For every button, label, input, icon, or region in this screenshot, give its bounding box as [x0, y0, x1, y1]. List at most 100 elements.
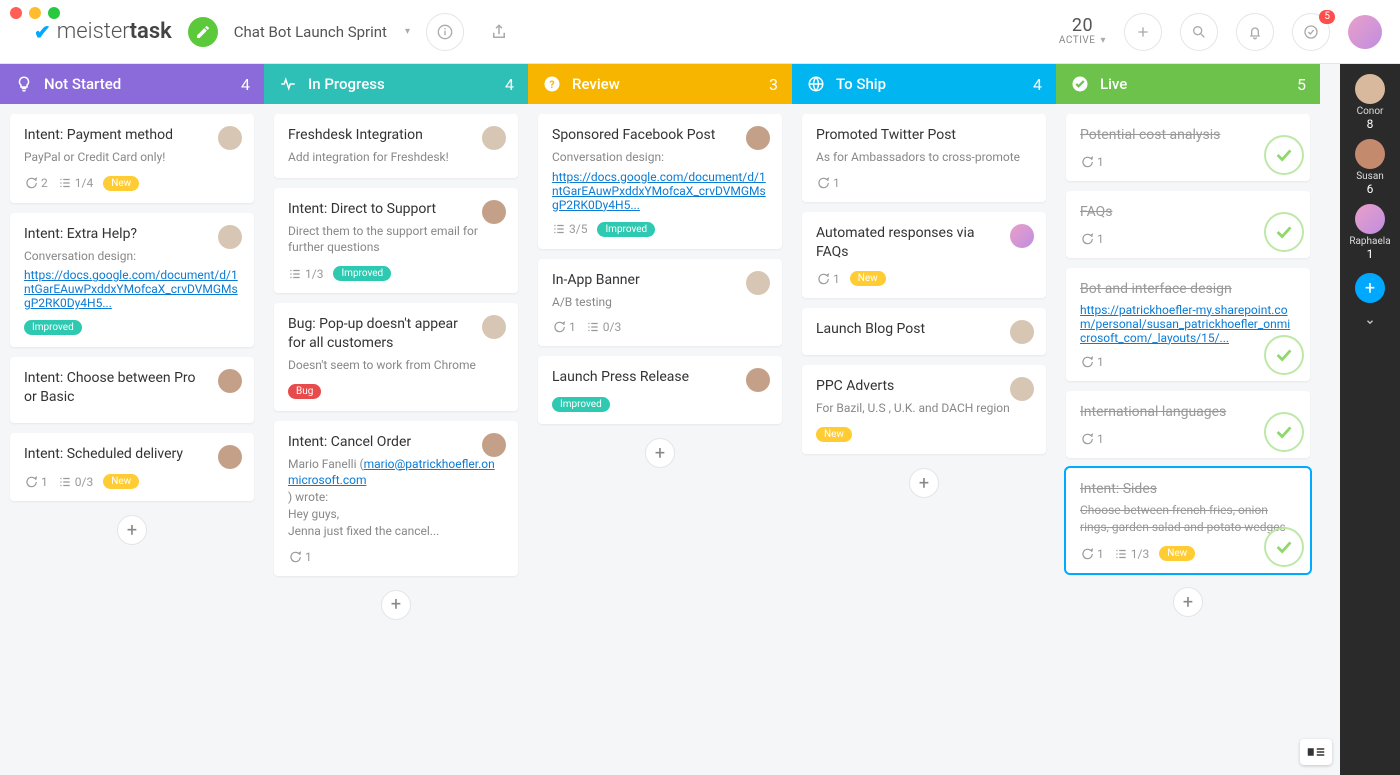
card-meta: 1New [816, 271, 1032, 286]
card-title: Potential cost analysis [1080, 126, 1296, 145]
kanban-board[interactable]: Not Started 4 Intent: Payment methodPayP… [0, 64, 1340, 775]
assignee-avatar[interactable] [218, 126, 242, 150]
task-card[interactable]: Intent: Payment methodPayPal or Credit C… [10, 114, 254, 203]
column-header[interactable]: To Ship 4 [792, 64, 1056, 104]
card-meta: Improved [552, 397, 768, 412]
card-meta: 1 0/3New [24, 474, 240, 489]
maximize-window-icon[interactable] [48, 7, 60, 19]
card-link[interactable]: https://docs.google.com/document/d/1ntGa… [552, 170, 768, 212]
task-card[interactable]: FAQs 1 [1066, 191, 1310, 258]
column-title: Review [572, 75, 620, 93]
workspace-name[interactable]: Chat Bot Launch Sprint [234, 23, 387, 41]
workspace-dropdown-icon[interactable]: ▾ [405, 26, 410, 37]
task-card[interactable]: Freshdesk IntegrationAdd integration for… [274, 114, 518, 178]
task-card[interactable]: Promoted Twitter PostAs for Ambassadors … [802, 114, 1046, 202]
task-card[interactable]: Bot and interface designhttps://patrickh… [1066, 268, 1310, 381]
card-description: Direct them to the support email for fur… [288, 223, 504, 257]
card-body: Mario Fanelli (mario@patrickhoefler.onmi… [288, 456, 504, 540]
assignee-avatar[interactable] [218, 225, 242, 249]
add-button[interactable] [1124, 13, 1162, 51]
column-header[interactable]: Not Started 4 [0, 64, 264, 104]
task-card[interactable]: Launch Press ReleaseImproved [538, 356, 782, 424]
column-title: Live [1100, 75, 1127, 93]
done-check-icon [1264, 135, 1304, 175]
task-card[interactable]: Intent: Direct to SupportDirect them to … [274, 188, 518, 293]
task-card[interactable]: Intent: Extra Help?Conversation design:h… [10, 213, 254, 348]
task-card[interactable]: Launch Blog Post [802, 308, 1046, 355]
task-card[interactable]: Intent: Choose between Pro or Basic [10, 357, 254, 423]
task-card[interactable]: Intent: SidesChoose between french fries… [1066, 468, 1310, 573]
task-card[interactable]: Intent: Cancel OrderMario Fanelli (mario… [274, 421, 518, 576]
assignee-avatar[interactable] [482, 200, 506, 224]
task-card[interactable]: Automated responses via FAQs 1New [802, 212, 1046, 299]
workspace-avatar[interactable] [188, 17, 218, 47]
card-link[interactable]: https://patrickhoefler-my.sharepoint.com… [1080, 303, 1296, 345]
task-card[interactable]: International languages 1 [1066, 391, 1310, 458]
task-card[interactable]: Bug: Pop-up doesn't appear for all custo… [274, 303, 518, 411]
notifications-button[interactable] [1236, 13, 1274, 51]
user-avatar[interactable] [1348, 15, 1382, 49]
task-card[interactable]: Intent: Scheduled delivery 1 0/3New [10, 433, 254, 501]
assignee-avatar[interactable] [1010, 320, 1034, 344]
card-meta: 1 [288, 550, 504, 564]
minimize-window-icon[interactable] [29, 7, 41, 19]
column-body[interactable]: Potential cost analysis 1 FAQs 1 Bot and i… [1056, 104, 1320, 775]
card-link[interactable]: https://docs.google.com/document/d/1ntGa… [24, 268, 240, 310]
assignee-avatar[interactable] [746, 368, 770, 392]
column-body[interactable]: Sponsored Facebook PostConversation desi… [528, 104, 792, 775]
assignee-avatar[interactable] [482, 433, 506, 457]
card-title: Intent: Extra Help? [24, 225, 240, 244]
app-logo[interactable]: ✔ meistertask [34, 19, 172, 44]
add-card-button[interactable]: + [1173, 587, 1203, 617]
view-toggle-button[interactable] [1300, 739, 1332, 765]
comments-count: 1 [552, 320, 576, 334]
column-header[interactable]: ? Review 3 [528, 64, 792, 104]
tag-improved: Improved [552, 397, 610, 412]
column-body[interactable]: Freshdesk IntegrationAdd integration for… [264, 104, 528, 775]
add-card-button[interactable]: + [117, 515, 147, 545]
task-card[interactable]: PPC AdvertsFor Bazil, U.S , U.K. and DAC… [802, 365, 1046, 454]
member-conor[interactable]: Conor 8 [1355, 74, 1385, 131]
search-button[interactable] [1180, 13, 1218, 51]
info-button[interactable] [426, 13, 464, 51]
assignee-avatar[interactable] [482, 315, 506, 339]
add-card-button[interactable]: + [645, 438, 675, 468]
comments-count: 1 [1080, 155, 1104, 169]
close-window-icon[interactable] [10, 7, 22, 19]
active-count[interactable]: 20 ACTIVE ▾ [1059, 17, 1106, 46]
add-card-button[interactable]: + [381, 590, 411, 620]
card-meta: 3/5Improved [552, 222, 768, 237]
card-email-link[interactable]: mario@patrickhoefler.onmicrosoft.com [288, 457, 495, 488]
assignee-avatar[interactable] [218, 445, 242, 469]
column-header[interactable]: In Progress 4 [264, 64, 528, 104]
task-card[interactable]: Sponsored Facebook PostConversation desi… [538, 114, 782, 249]
assignee-avatar[interactable] [1010, 377, 1034, 401]
info-icon [437, 24, 453, 40]
assignee-avatar[interactable] [482, 126, 506, 150]
member-susan[interactable]: Susan 6 [1355, 139, 1385, 196]
window-controls[interactable] [10, 7, 60, 19]
column-body[interactable]: Promoted Twitter PostAs for Ambassadors … [792, 104, 1056, 775]
members-more-icon[interactable] [1363, 317, 1377, 327]
add-member-button[interactable]: + [1355, 273, 1385, 303]
assignee-avatar[interactable] [1010, 224, 1034, 248]
task-card[interactable]: In-App BannerA/B testing 1 0/3 [538, 259, 782, 347]
done-check-icon [1264, 412, 1304, 452]
tasks-done-button[interactable]: 5 [1292, 13, 1330, 51]
task-card[interactable]: Potential cost analysis 1 [1066, 114, 1310, 181]
topbar: ✔ meistertask Chat Bot Launch Sprint ▾ 2… [0, 0, 1400, 64]
assignee-avatar[interactable] [746, 126, 770, 150]
comments-count: 2 [24, 176, 48, 190]
column-in-progress: In Progress 4 Freshdesk IntegrationAdd i… [264, 64, 528, 775]
card-meta: 1 [816, 176, 1032, 190]
comments-count: 1 [1080, 432, 1104, 446]
column-body[interactable]: Intent: Payment methodPayPal or Credit C… [0, 104, 264, 775]
column-header[interactable]: Live 5 [1056, 64, 1320, 104]
add-card-button[interactable]: + [909, 468, 939, 498]
tag-improved: Improved [24, 320, 82, 335]
checklist-progress: 3/5 [552, 222, 587, 236]
member-raphaela[interactable]: Raphaela 1 [1349, 204, 1390, 261]
share-button[interactable] [480, 13, 518, 51]
assignee-avatar[interactable] [746, 271, 770, 295]
column-count: 5 [1297, 75, 1306, 94]
